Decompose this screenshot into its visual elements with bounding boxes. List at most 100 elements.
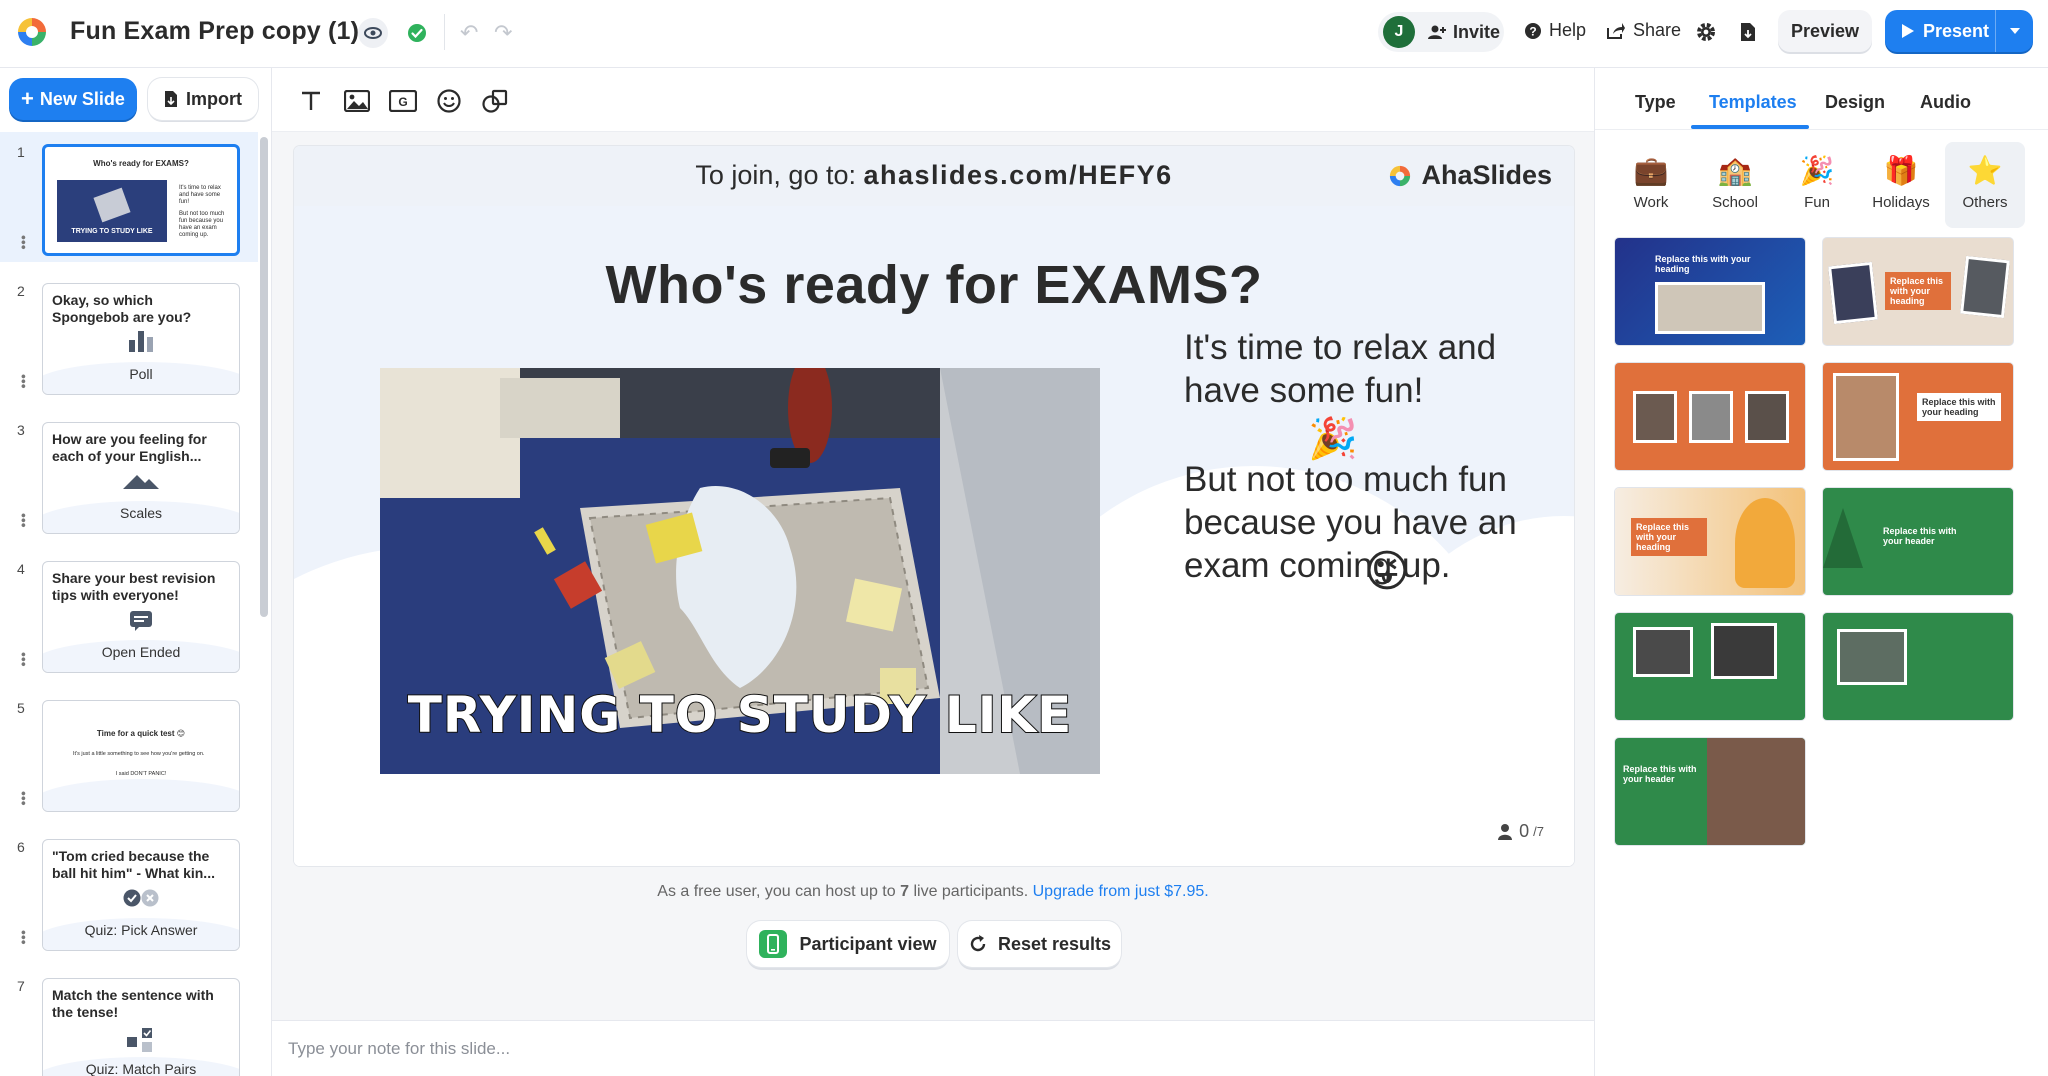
slide-card[interactable]: Time for a quick test 😊 It's just a litt… <box>42 700 240 812</box>
slide-heading[interactable]: Who's ready for EXAMS? <box>294 254 1574 316</box>
slide-thumbnail-6[interactable]: 6 "Tom cried because the ball hit him" -… <box>0 827 258 957</box>
ahaslides-logo-icon[interactable] <box>14 14 50 50</box>
template-card-7[interactable] <box>1615 613 1805 720</box>
preview-button[interactable]: Preview <box>1778 10 1872 52</box>
visibility-eye-icon[interactable] <box>358 18 388 48</box>
slide-thumbnail-5[interactable]: 5 Time for a quick test 😊 It's just a li… <box>0 688 258 818</box>
party-popper-icon: 🎉 <box>1799 155 1835 186</box>
reset-results-button[interactable]: Reset results <box>958 921 1121 967</box>
help-button[interactable]: ? Help <box>1524 20 1586 41</box>
slide-menu-icon[interactable]: ••• <box>16 652 32 667</box>
add-user-icon <box>1428 25 1446 39</box>
invite-button[interactable]: Invite <box>1427 22 1500 43</box>
category-holidays[interactable]: 🎁 Holidays <box>1861 142 1941 228</box>
svg-text:G: G <box>398 95 407 109</box>
slide-text-paragraph-1[interactable]: It's time to relax and have some fun! 🎉 <box>1184 326 1544 461</box>
slide-menu-icon[interactable]: ••• <box>16 374 32 389</box>
share-button[interactable]: Share <box>1606 20 1681 41</box>
undo-icon[interactable]: ↶ <box>460 20 478 46</box>
template-card-6[interactable]: Replace this with your header <box>1823 488 2013 595</box>
template-photo <box>1655 282 1765 334</box>
template-card-3[interactable] <box>1615 363 1805 470</box>
upgrade-link[interactable]: Upgrade from just $7.95. <box>1033 883 1209 900</box>
card-title: Match the sentence with the tense! <box>52 987 214 1020</box>
tab-type[interactable]: Type <box>1635 92 1676 113</box>
category-school[interactable]: 🏫 School <box>1695 142 1775 228</box>
participant-view-label: Participant view <box>799 933 937 954</box>
slide-thumbnail-3[interactable]: 3 How are you feeling for each of your E… <box>0 410 258 540</box>
export-file-icon[interactable] <box>1734 18 1762 46</box>
category-label: Holidays <box>1872 194 1930 211</box>
card-background <box>43 779 239 811</box>
free-note-limit: 7 <box>900 883 909 900</box>
category-work[interactable]: 💼 Work <box>1611 142 1691 228</box>
slide-card[interactable]: Share your best revision tips with every… <box>42 561 240 673</box>
slide-card[interactable]: How are you feeling for each of your Eng… <box>42 422 240 534</box>
free-note-prefix: As a free user, you can host up to <box>657 883 896 900</box>
new-slide-label: New Slide <box>39 88 125 109</box>
template-photo <box>1837 629 1907 685</box>
slide-menu-icon[interactable]: ••• <box>16 513 32 528</box>
category-others[interactable]: ⭐ Others <box>1945 142 2025 228</box>
slide-card[interactable]: Match the sentence with the tense! Quiz:… <box>42 978 240 1076</box>
shapes-icon[interactable] <box>480 86 510 116</box>
card-title: How are you feeling for each of your Eng… <box>52 431 207 464</box>
present-button[interactable]: Present <box>1885 10 2033 52</box>
slide-list-scrollbar-thumb[interactable] <box>260 137 268 617</box>
template-card-4[interactable]: Replace this with your heading <box>1823 363 2013 470</box>
slide-card[interactable]: "Tom cried because the ball hit him" - W… <box>42 839 240 951</box>
slide-list: 1 Who's ready for EXAMS? TRYING TO STUDY… <box>0 132 258 1076</box>
presentation-title[interactable]: Fun Exam Prep copy (1) <box>70 17 359 46</box>
template-card-2[interactable]: Replace this with your heading <box>1823 238 2013 345</box>
slide-actions: + New Slide Import <box>0 68 272 132</box>
participant-view-button[interactable]: Participant view <box>747 921 949 967</box>
slide-number: 3 <box>17 422 25 438</box>
card-type: Open Ended <box>101 644 181 660</box>
slide-menu-icon[interactable]: ••• <box>16 235 32 250</box>
slide-thumbnail-2[interactable]: 2 Okay, so which Spongebob are you? Poll… <box>0 271 258 401</box>
slide-card[interactable]: Who's ready for EXAMS? TRYING TO STUDY L… <box>42 144 240 256</box>
slide-gif[interactable]: TRYING TO STUDY LIKE <box>380 368 1100 774</box>
template-tree <box>1823 508 1863 568</box>
slide-preview[interactable]: To join, go to: ahaslides.com/HEFY6 AhaS… <box>294 146 1574 866</box>
card-title: Time for a quick test 😊 <box>96 729 186 738</box>
image-icon[interactable] <box>342 86 372 116</box>
slide-thumbnail-1[interactable]: 1 Who's ready for EXAMS? TRYING TO STUDY… <box>0 132 258 262</box>
participants-icon <box>1498 823 1513 840</box>
present-options-chevron-down-icon[interactable] <box>1995 10 2033 52</box>
template-heading: Replace this with your heading <box>1917 393 2001 421</box>
avatar[interactable]: J <box>1383 16 1415 48</box>
slide-thumbnail-7[interactable]: 7 Match the sentence with the tense! Qui… <box>0 966 258 1076</box>
import-file-icon <box>165 91 177 107</box>
template-card-9[interactable]: Replace this with your header <box>1615 738 1805 845</box>
slide-note-input[interactable] <box>288 1031 1568 1067</box>
redo-icon[interactable]: ↷ <box>494 20 512 46</box>
import-button[interactable]: Import <box>148 78 258 120</box>
slide-text-paragraph-2[interactable]: But not too much fun because you have an… <box>1184 458 1544 594</box>
share-icon <box>1607 22 1625 39</box>
slide-menu-icon[interactable]: ••• <box>16 791 32 806</box>
slide-card[interactable]: Okay, so which Spongebob are you? Poll <box>42 283 240 395</box>
slide-thumbnail-4[interactable]: 4 Share your best revision tips with eve… <box>0 549 258 679</box>
template-card-5[interactable]: Replace this with your heading <box>1615 488 1805 595</box>
free-user-note: As a free user, you can host up to 7 liv… <box>272 883 1594 901</box>
card-type: Quiz: Pick Answer <box>84 922 198 938</box>
tab-design[interactable]: Design <box>1825 92 1885 113</box>
winking-tongue-emoji: 😜 <box>1364 547 1410 596</box>
card-title: "Tom cried because the ball hit him" - W… <box>52 848 215 881</box>
new-slide-button[interactable]: + New Slide <box>9 78 137 120</box>
category-fun[interactable]: 🎉 Fun <box>1777 142 1857 228</box>
emoji-icon[interactable] <box>434 86 464 116</box>
card-type: Poll <box>129 366 153 382</box>
settings-gear-icon[interactable] <box>1692 18 1720 46</box>
poll-bar-chart-icon <box>43 330 239 352</box>
tab-audio[interactable]: Audio <box>1920 92 1971 113</box>
play-icon <box>1902 24 1914 38</box>
gif-icon[interactable]: G <box>388 86 418 116</box>
slide-menu-icon[interactable]: ••• <box>16 930 32 945</box>
text-icon[interactable] <box>296 86 326 116</box>
active-tab-indicator <box>1691 125 1809 129</box>
tab-templates[interactable]: Templates <box>1709 92 1797 113</box>
template-card-8[interactable] <box>1823 613 2013 720</box>
template-card-1[interactable]: Replace this with your heading <box>1615 238 1805 345</box>
